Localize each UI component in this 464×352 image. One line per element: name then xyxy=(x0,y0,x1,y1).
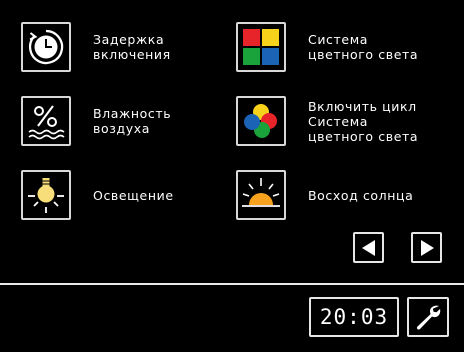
timer-icon xyxy=(21,22,71,72)
previous-page-button[interactable] xyxy=(353,232,384,263)
tile-sunrise-label: Восход солнца xyxy=(308,187,414,203)
clock-time: 20:03 xyxy=(319,305,389,329)
next-page-button[interactable] xyxy=(411,232,442,263)
tile-delay-on-label: Задержка включения xyxy=(93,32,171,62)
color-grid-icon xyxy=(236,22,286,72)
humidity-icon xyxy=(21,96,71,146)
tile-humidity[interactable]: Влажность воздуха xyxy=(21,96,171,146)
tile-color-system-label: Система цветного света xyxy=(308,32,419,62)
tile-color-cycle-label: Включить цикл Система цветного света xyxy=(308,98,419,144)
sunrise-icon xyxy=(236,170,286,220)
tile-lighting[interactable]: Освещение xyxy=(21,170,174,220)
triangle-right-icon xyxy=(420,239,434,256)
settings-button[interactable] xyxy=(407,297,449,337)
wrench-icon xyxy=(416,305,441,330)
footer-divider xyxy=(0,283,464,285)
tile-humidity-label: Влажность воздуха xyxy=(93,106,172,136)
color-cycle-icon xyxy=(236,96,286,146)
tile-color-system[interactable]: Система цветного света xyxy=(236,22,418,72)
tile-delay-on[interactable]: Задержка включения xyxy=(21,22,171,72)
triangle-left-icon xyxy=(361,239,375,256)
clock-display[interactable]: 20:03 xyxy=(309,297,399,337)
tile-color-cycle[interactable]: Включить цикл Система цветного света xyxy=(236,96,418,146)
light-bulb-icon xyxy=(21,170,71,220)
tile-lighting-label: Освещение xyxy=(93,187,174,203)
tile-sunrise[interactable]: Восход солнца xyxy=(236,170,413,220)
